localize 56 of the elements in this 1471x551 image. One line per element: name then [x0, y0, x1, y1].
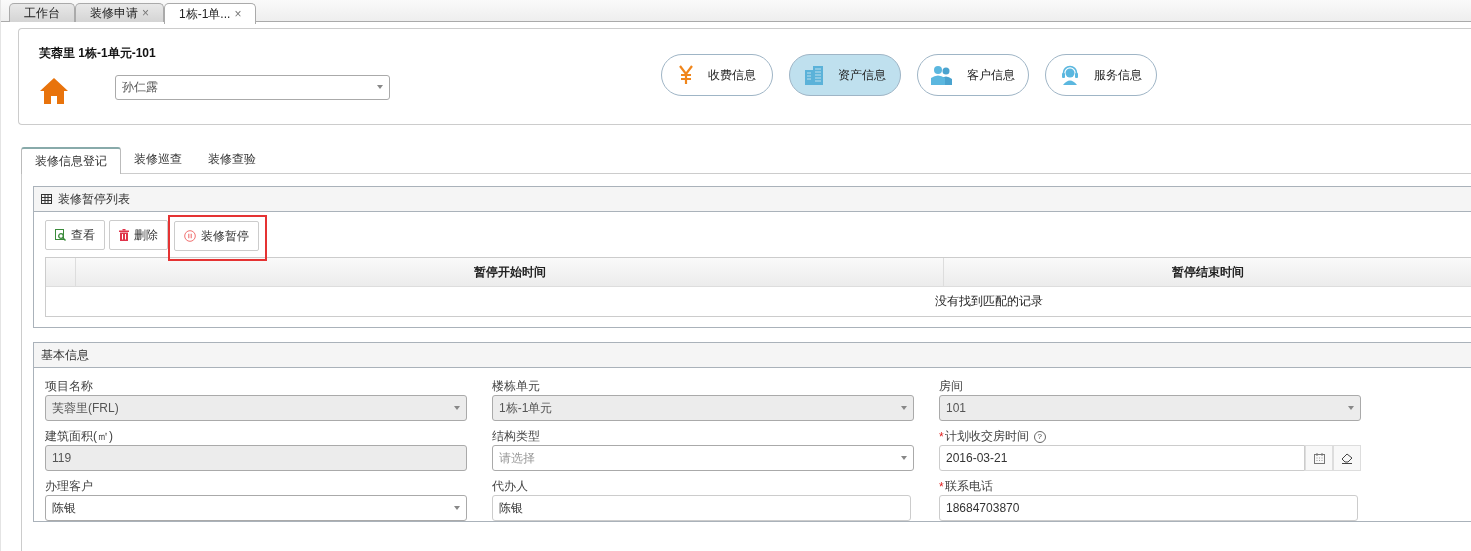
toolbar-button[interactable]: 查看 [45, 220, 105, 250]
page-tab[interactable]: 工作台 [9, 3, 75, 22]
page-tab[interactable]: 装修申请 × [75, 3, 164, 22]
empty-message: 没有找到匹配的记录 [933, 293, 1044, 310]
tab[interactable]: 装修信息登记 [21, 147, 121, 174]
input-field[interactable]: 陈银 [492, 495, 911, 521]
close-icon[interactable]: × [234, 7, 242, 21]
toolbar-button[interactable]: 删除 [109, 220, 168, 250]
caret-icon [454, 506, 460, 510]
panel-title: 装修暂停列表 [58, 190, 130, 208]
field-label: 办理客户 [45, 478, 93, 495]
caret-icon [901, 456, 907, 460]
caret-icon [1348, 406, 1354, 410]
field-label: 楼栋单元 [492, 378, 540, 395]
tab[interactable]: 装修查验 [195, 146, 269, 173]
tab[interactable]: 装修巡查 [121, 146, 195, 173]
input-field[interactable]: 18684703870 [939, 495, 1358, 521]
column-header: 暂停开始时间 [76, 258, 944, 286]
date-field[interactable]: 2016-03-21 [939, 445, 1305, 471]
required-mark: * [939, 429, 944, 444]
calendar-button[interactable] [1305, 445, 1333, 471]
yen-icon [678, 65, 694, 85]
caret-icon [377, 85, 383, 89]
column-header: 暂停结束时间 [1170, 264, 1245, 281]
field-label: 代办人 [492, 478, 528, 495]
field-label: 房间 [939, 378, 963, 395]
field-label: 联系电话 [944, 478, 993, 495]
nav-button[interactable]: 收费信息 [661, 54, 773, 96]
home-icon [39, 77, 69, 105]
field-label: 计划收交房时间 [944, 428, 1029, 445]
field-label: 项目名称 [45, 378, 93, 395]
caret-icon [901, 406, 907, 410]
people-icon [931, 65, 953, 85]
required-mark: * [939, 479, 944, 494]
field-label: 建筑面积(㎡) [45, 428, 113, 445]
building-icon [804, 65, 824, 85]
page-tab[interactable]: 1栋-1单... × [164, 3, 257, 24]
property-title: 芙蓉里 1栋-1单元-101 [39, 45, 157, 62]
nav-button[interactable]: 客户信息 [917, 54, 1029, 96]
eraser-icon [1341, 452, 1353, 464]
nav-button[interactable]: 资产信息 [789, 54, 901, 96]
clear-button[interactable] [1333, 445, 1361, 471]
nav-button[interactable]: 服务信息 [1045, 54, 1157, 96]
headset-icon [1060, 65, 1080, 85]
panel-title: 基本信息 [41, 346, 89, 364]
field-label: 结构类型 [492, 428, 540, 445]
document-search-icon [55, 229, 66, 241]
caret-icon [454, 406, 460, 410]
table-icon [41, 194, 52, 204]
pause-icon [184, 230, 196, 242]
calendar-icon [1313, 452, 1325, 464]
select-field[interactable]: 陈银 [45, 495, 467, 521]
close-icon[interactable]: × [142, 6, 149, 20]
trash-icon [119, 229, 129, 241]
toolbar-button[interactable]: 装修暂停 [174, 221, 259, 251]
customer-select[interactable]: 孙仁露 [115, 74, 390, 100]
